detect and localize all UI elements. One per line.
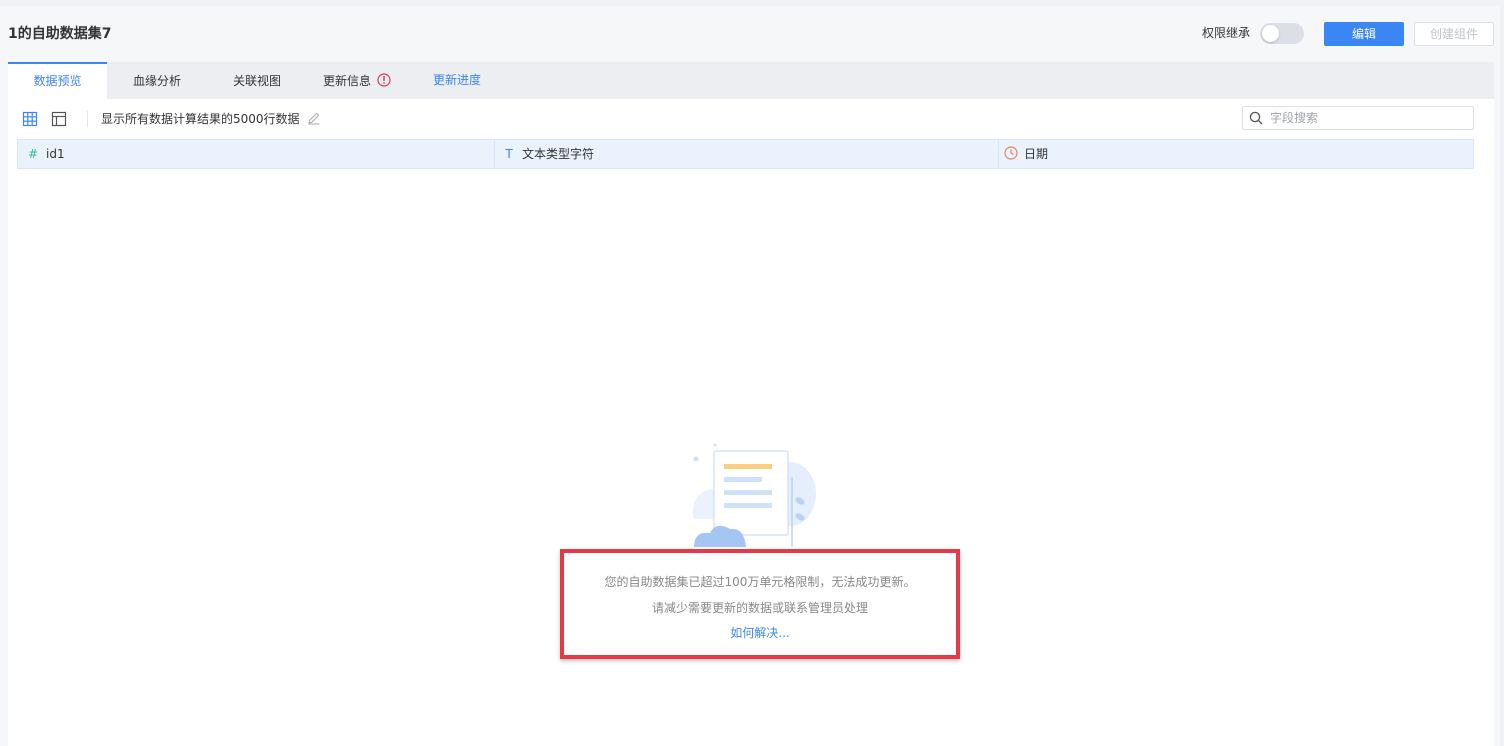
tab-data-preview[interactable]: 数据预览	[8, 62, 107, 99]
column-name: 日期	[1024, 147, 1049, 161]
column-header-text[interactable]: T 文本类型字符	[502, 140, 594, 168]
column-separator	[998, 140, 999, 168]
header: 1的自助数据集7 权限继承 编辑 创建组件	[0, 6, 1500, 62]
tab-label: 血缘分析	[133, 74, 182, 88]
field-search-input[interactable]	[1270, 109, 1468, 127]
tab-label: 数据预览	[33, 74, 82, 88]
tab-relation-view[interactable]: 关联视图	[233, 62, 281, 99]
how-to-solve-link[interactable]: 如何解决...	[564, 625, 956, 641]
grid-view-icon[interactable]	[22, 111, 38, 127]
cell-limit-warning: 您的自助数据集已超过100万单元格限制，无法成功更新。	[604, 575, 916, 589]
error-info-icon	[377, 73, 391, 87]
column-header-date[interactable]: 日期	[1004, 140, 1048, 168]
search-icon	[1249, 111, 1263, 125]
cell-limit-suggestion: 请减少需要更新的数据或联系管理员处理	[651, 601, 868, 615]
column-separator	[494, 140, 495, 168]
permission-inherit-toggle[interactable]	[1260, 23, 1304, 44]
column-header-id1[interactable]: # id1	[26, 140, 65, 168]
tab-lineage-analysis[interactable]: 血缘分析	[133, 62, 181, 99]
tab-update-progress[interactable]: 更新进度	[433, 62, 481, 99]
clock-icon	[1004, 146, 1018, 160]
row-count-text: 显示所有数据计算结果的5000行数据	[101, 112, 300, 126]
toggle-knob	[1262, 25, 1279, 42]
tab-update-info[interactable]: 更新信息	[323, 62, 391, 99]
empty-state-message-box: 您的自助数据集已超过100万单元格限制，无法成功更新。 请减少需要更新的数据或联…	[560, 549, 960, 659]
edit-button[interactable]: 编辑	[1324, 22, 1404, 46]
column-name: id1	[46, 147, 65, 161]
tab-label: 更新信息	[323, 74, 372, 88]
page-title: 1的自助数据集7	[8, 26, 112, 42]
tab-label: 更新进度	[433, 73, 482, 87]
column-name: 文本类型字符	[522, 147, 595, 161]
layout-view-icon[interactable]	[51, 111, 67, 127]
row-count-info: 显示所有数据计算结果的5000行数据	[101, 111, 321, 127]
field-search[interactable]	[1242, 106, 1474, 130]
tab-bar: 数据预览 血缘分析 关联视图 更新信息 更新进度	[8, 62, 1494, 99]
empty-state-illustration	[692, 443, 816, 547]
permission-inherit-label: 权限继承	[1202, 26, 1251, 40]
create-component-button[interactable]: 创建组件	[1414, 22, 1494, 46]
edit-pencil-icon[interactable]	[307, 111, 321, 125]
table-header: # id1 T 文本类型字符 日期	[17, 139, 1474, 169]
tab-label: 关联视图	[233, 74, 282, 88]
toolbar-divider	[87, 111, 88, 127]
page: 1的自助数据集7 权限继承 编辑 创建组件 数据预览 血缘分析 关联视图 更新信…	[0, 6, 1500, 746]
number-type-icon: #	[27, 147, 39, 161]
main-content: 显示所有数据计算结果的5000行数据 # id1 T 文本类型字符	[8, 99, 1494, 746]
text-type-icon: T	[505, 147, 513, 161]
